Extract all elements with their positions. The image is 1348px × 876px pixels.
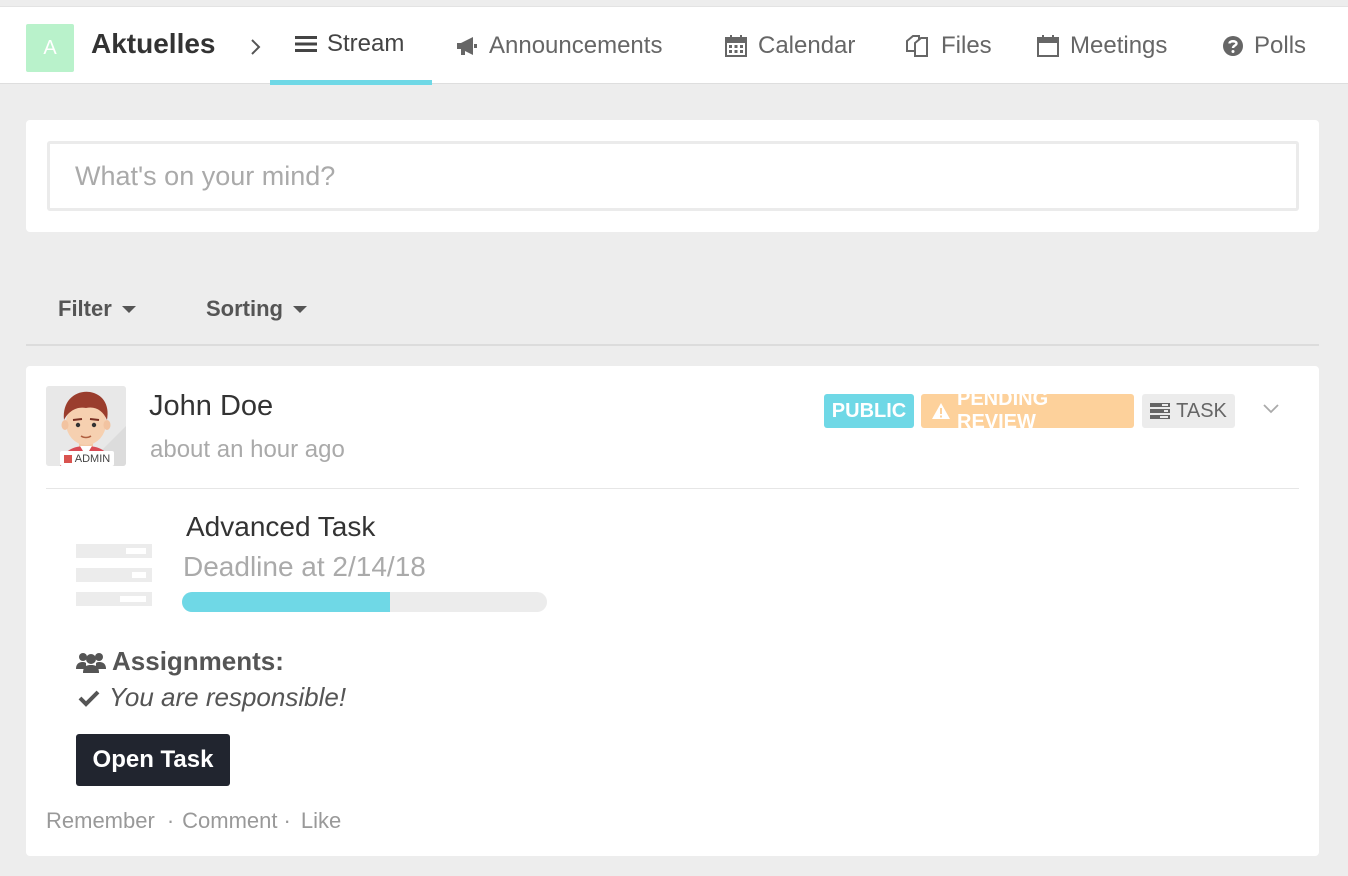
bullhorn-icon [455, 35, 479, 57]
filter-dropdown[interactable]: Filter [58, 296, 136, 322]
list-icon [295, 35, 317, 53]
space-avatar[interactable]: A [26, 24, 74, 72]
warning-icon [931, 402, 951, 420]
stream-filter-bar: Filter Sorting [26, 288, 1319, 346]
tab-files-label: Files [941, 32, 992, 59]
entry-actions: Remember · Comment · Like [46, 808, 341, 834]
calendar-blank-icon [1036, 34, 1060, 58]
task-progress-bar [182, 592, 547, 612]
stream-entry-card: ADMIN John Doe about an hour ago PUBLIC … [26, 366, 1319, 856]
tasks-icon [1150, 403, 1171, 419]
responsible-note: You are responsible! [78, 682, 346, 713]
tab-stream-label: Stream [327, 29, 405, 57]
files-icon [905, 34, 931, 58]
check-icon [78, 689, 100, 707]
space-initial: A [43, 36, 57, 59]
tab-announcements[interactable]: Announcements [455, 7, 662, 85]
responsible-text: You are responsible! [109, 682, 347, 712]
assignments-heading: Assignments: [76, 646, 284, 677]
post-composer [26, 120, 1319, 232]
tab-calendar-label: Calendar [758, 32, 856, 59]
admin-badge: ADMIN [60, 451, 114, 466]
author-name[interactable]: John Doe [149, 390, 273, 423]
tab-meetings-label: Meetings [1070, 32, 1168, 59]
task-title[interactable]: Advanced Task [186, 511, 375, 543]
divider [46, 488, 1299, 489]
tab-stream[interactable]: Stream [270, 7, 432, 85]
open-task-button[interactable]: Open Task [76, 734, 230, 786]
chevron-right-icon [251, 39, 261, 55]
avatar[interactable]: ADMIN [46, 386, 126, 466]
task-badge-label: TASK [1176, 399, 1227, 422]
assignments-heading-label: Assignments: [112, 646, 284, 676]
action-separator: · [166, 808, 175, 833]
users-icon [76, 651, 106, 673]
admin-flag-icon [63, 454, 72, 463]
action-separator: · [283, 808, 291, 833]
remember-link[interactable]: Remember [46, 808, 155, 834]
like-link[interactable]: Like [301, 808, 341, 834]
admin-badge-label: ADMIN [74, 452, 111, 465]
caret-down-icon [293, 305, 307, 313]
question-circle-icon [1222, 35, 1244, 57]
sorting-label: Sorting [206, 296, 283, 321]
chevron-down-icon[interactable] [1262, 402, 1280, 416]
post-timestamp[interactable]: about an hour ago [150, 436, 345, 464]
tab-announcements-label: Announcements [489, 32, 663, 59]
whats-on-your-mind-input[interactable] [47, 141, 1299, 211]
public-badge: PUBLIC [824, 394, 914, 428]
top-navigation-bar: A Aktuelles Stream Announcements Calenda… [0, 6, 1348, 85]
calendar-icon [724, 34, 748, 58]
filter-label: Filter [58, 296, 112, 321]
task-badge: TASK [1142, 394, 1235, 428]
task-deadline: Deadline at 2/14/18 [183, 551, 426, 582]
pending-review-badge: PENDING REVIEW [921, 388, 1134, 433]
tab-calendar[interactable]: Calendar [724, 7, 855, 85]
sorting-dropdown[interactable]: Sorting [206, 296, 307, 322]
caret-down-icon [121, 305, 136, 313]
tab-meetings[interactable]: Meetings [1036, 7, 1167, 85]
tab-polls[interactable]: Polls [1222, 7, 1306, 85]
tab-polls-label: Polls [1254, 32, 1307, 59]
space-name[interactable]: Aktuelles [91, 28, 216, 60]
task-progress-fill [182, 592, 391, 612]
task-list-icon [76, 544, 152, 606]
pending-review-label: PENDING REVIEW [957, 388, 1049, 433]
comment-link[interactable]: Comment [182, 808, 277, 834]
tab-files[interactable]: Files [905, 7, 992, 85]
